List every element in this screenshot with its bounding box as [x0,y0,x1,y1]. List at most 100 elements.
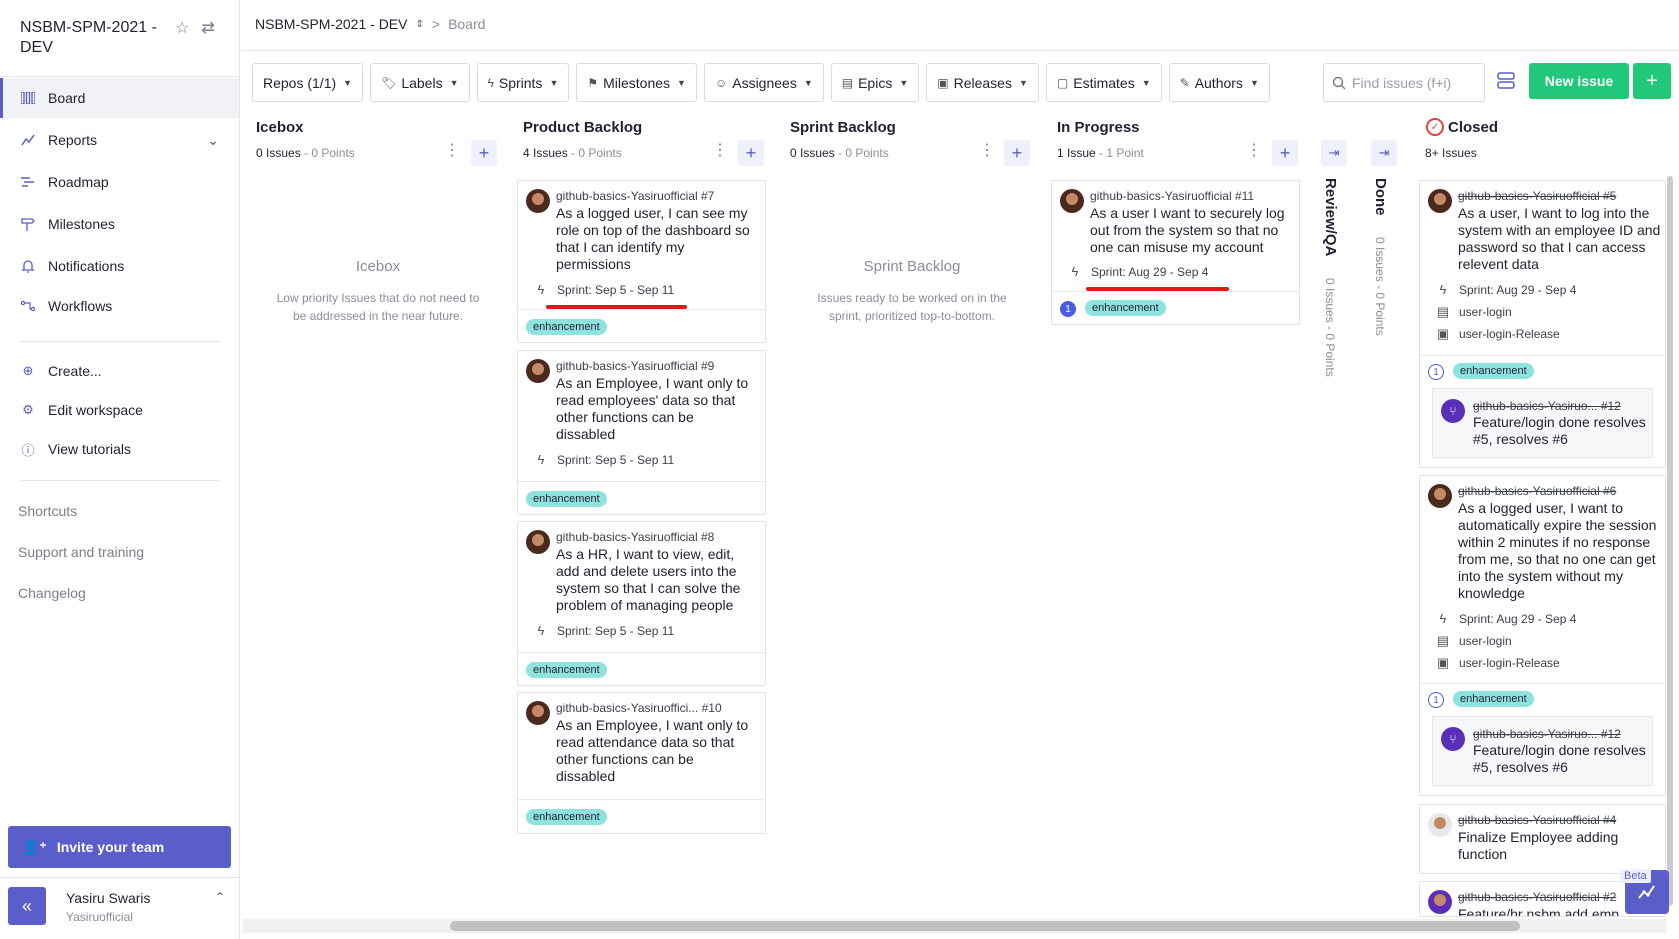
view-tutorials-action[interactable]: ⓘ View tutorials [0,429,239,469]
create-label: Create... [48,363,102,379]
workspace-title[interactable]: NSBM-SPM-2021 - DEV [20,18,170,58]
new-issue-button[interactable]: New issue [1529,63,1629,99]
issue-ref[interactable]: github-basics-Yasiruofficial #11 [1090,189,1254,203]
sidebar-item-roadmap[interactable]: Roadmap [0,162,239,202]
horizontal-scrollbar-thumb[interactable] [450,921,1520,931]
closed-check-icon: ✓ [1426,118,1444,136]
count-badge: 1 [1428,364,1444,380]
shortcuts-link[interactable]: Shortcuts [18,503,77,519]
pipeline-points: - 0 Points [834,146,889,160]
more-options-icon[interactable]: ⋮ [979,140,995,160]
linked-pull-request[interactable]: ⑂ github-basics-Yasiruo... #12 Feature/l… [1432,388,1653,458]
issue-card[interactable]: github-basics-Yasiruoffici... #10 As an … [517,692,766,834]
create-action[interactable]: ⊕ Create... [0,351,239,391]
annotation-underline [546,305,687,309]
changelog-link[interactable]: Changelog [18,585,86,601]
switch-icon[interactable]: ⇄ [201,18,214,38]
label-badge[interactable]: enhancement [526,319,607,335]
sidebar-item-reports[interactable]: Reports ⌄ [0,120,239,160]
pr-title: Feature/login done resolves #5, resolves… [1473,742,1646,775]
expand-pipeline-icon[interactable]: ⇥ [1321,140,1347,166]
breadcrumb-repo[interactable]: NSBM-SPM-2021 - DEV [255,16,407,32]
issue-ref[interactable]: github-basics-Yasiruofficial #9 [556,359,714,373]
filter-label: Authors [1194,74,1243,91]
search-input[interactable] [1352,74,1478,91]
sidebar-item-notifications[interactable]: Notifications [0,246,239,286]
sprints-filter[interactable]: ϟ Sprints ▼ [476,63,570,102]
issue-ref[interactable]: github-basics-Yasiruoffici... #10 [556,701,722,715]
edit-workspace-action[interactable]: ⚙ Edit workspace [0,390,239,430]
empty-state-description: Low priority Issues that do not need to … [276,291,480,323]
breadcrumb-separator: > [431,16,441,32]
issue-card[interactable]: github-basics-Yasiruofficial #7 As a log… [517,180,766,343]
label-badge[interactable]: enhancement [526,662,607,678]
sidebar-item-milestones[interactable]: Milestones [0,204,239,244]
label-badge[interactable]: enhancement [526,491,607,507]
pipeline-points: - 0 Points [300,146,355,160]
count-badge: 1 [1428,692,1444,708]
card-footer: enhancement [518,481,765,515]
support-link[interactable]: Support and training [18,544,144,560]
chevron-down-icon: ▼ [549,77,559,88]
gear-icon: ⚙ [22,402,34,417]
sort-icon[interactable]: ⇕ [415,19,423,30]
chevron-up-icon[interactable]: ⌃ [215,890,225,904]
estimates-filter[interactable]: ▢ Estimates ▼ [1045,63,1162,102]
add-issue-icebox-button[interactable]: + [471,140,497,166]
help-icon: ⓘ [21,442,35,458]
labels-filter[interactable]: 🏷 Labels ▼ [370,63,470,102]
sidebar-item-label: Notifications [48,258,125,274]
chevron-down-icon[interactable]: ⌄ [207,132,219,149]
more-options-icon[interactable]: ⋮ [712,140,728,160]
linked-pull-request[interactable]: ⑂ github-basics-Yasiruo... #12 Feature/l… [1432,716,1653,786]
invite-team-button[interactable]: 👤⁺ Invite your team [8,826,231,868]
new-issue-plus-button[interactable]: + [1633,63,1671,99]
issue-ref[interactable]: github-basics-Yasiruofficial #5 [1458,189,1616,203]
signpost-icon: ⚑ [587,75,599,90]
milestones-filter[interactable]: ⚑ Milestones ▼ [576,63,697,102]
label-badge[interactable]: enhancement [1453,691,1534,707]
collapse-sidebar-button[interactable]: « [8,887,46,925]
sidebar-item-board[interactable]: Board [0,78,239,118]
expand-pipeline-icon[interactable]: ⇥ [1371,140,1397,166]
pipeline-meta-review-qa: 0 Issues - 0 Points [1323,278,1337,377]
more-options-icon[interactable]: ⋮ [1246,140,1262,160]
issue-card[interactable]: github-basics-Yasiruofficial #6 As a log… [1419,475,1666,796]
star-icon[interactable]: ☆ [175,18,189,38]
layout-toggle-icon[interactable] [1497,72,1515,90]
assignees-filter[interactable]: ☺ Assignees ▼ [703,63,824,102]
issue-card[interactable]: github-basics-Yasiruofficial #9 As an Em… [517,350,766,515]
pr-title: Feature/login done resolves #5, resolves… [1473,414,1646,447]
issue-ref[interactable]: github-basics-Yasiruofficial #6 [1458,484,1616,498]
label-badge[interactable]: enhancement [1453,363,1534,379]
repos-filter[interactable]: Repos (1/1) ▼ [252,63,364,102]
sidebar-item-workflows[interactable]: Workflows [0,286,239,326]
more-options-icon[interactable]: ⋮ [444,140,460,160]
release-icon: ▣ [1436,326,1450,341]
issue-ref[interactable]: github-basics-Yasiruofficial #4 [1458,813,1616,827]
issue-card[interactable]: github-basics-Yasiruofficial #4 Finalize… [1419,804,1666,874]
releases-filter[interactable]: ▣ Releases ▼ [926,63,1039,102]
pipeline-collapsed-done[interactable]: Done 0 Issues - 0 Points [1372,178,1389,336]
pipeline-title-closed: Closed [1448,119,1499,136]
issue-ref[interactable]: github-basics-Yasiruofficial #2 [1458,890,1616,904]
issue-card[interactable]: github-basics-Yasiruofficial #11 As a us… [1051,180,1300,325]
divider [20,341,220,342]
empty-state-title: Icebox [355,258,401,275]
pipeline-collapsed-review-qa[interactable]: Review/QA 0 Issues - 0 Points [1322,178,1339,377]
issue-ref[interactable]: github-basics-Yasiruofficial #8 [556,530,714,544]
add-issue-product-backlog-button[interactable]: + [738,140,764,166]
authors-filter[interactable]: ✎ Authors ▼ [1168,63,1270,102]
avatar [1060,189,1084,213]
issue-card[interactable]: github-basics-Yasiruofficial #8 As a HR,… [517,521,766,686]
epics-filter[interactable]: ▤ Epics ▼ [830,63,920,102]
label-badge[interactable]: enhancement [1085,300,1166,316]
card-footer: enhancement [518,309,765,343]
add-issue-in-progress-button[interactable]: + [1272,140,1298,166]
label-badge[interactable]: enhancement [526,809,607,825]
vertical-scrollbar[interactable] [1667,176,1673,906]
add-issue-sprint-backlog-button[interactable]: + [1004,140,1030,166]
issue-ref[interactable]: github-basics-Yasiruofficial #7 [556,189,714,203]
issue-card[interactable]: github-basics-Yasiruofficial #5 As a use… [1419,180,1666,468]
sprint-text: Sprint: Sep 5 - Sep 11 [557,452,675,467]
